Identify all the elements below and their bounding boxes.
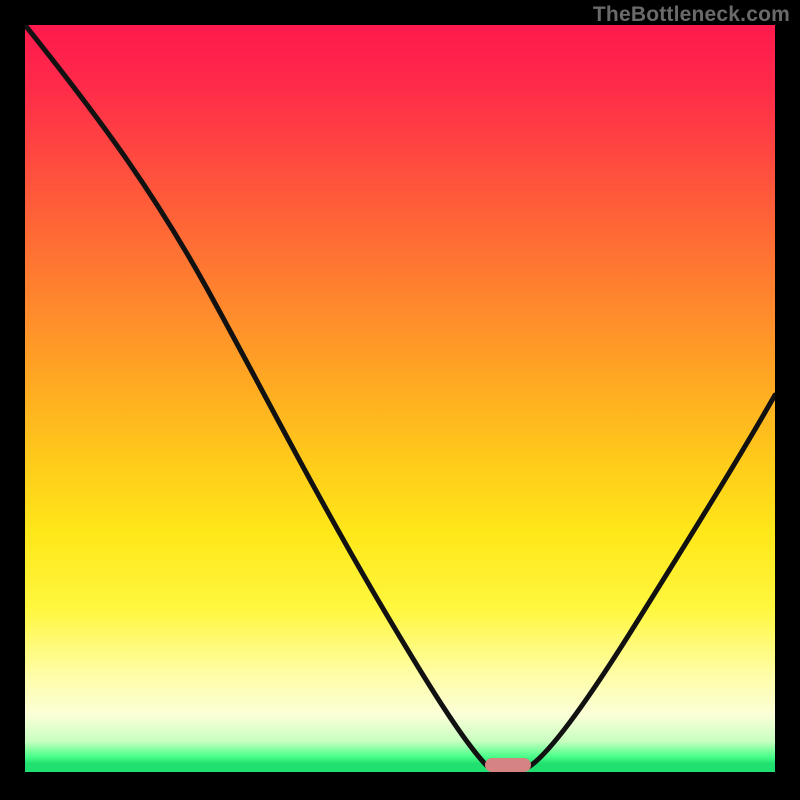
curve-path <box>25 25 775 769</box>
chart-frame: TheBottleneck.com <box>0 0 800 800</box>
optimal-marker <box>485 758 531 772</box>
plot-area <box>25 25 775 775</box>
watermark-text: TheBottleneck.com <box>593 3 790 27</box>
bottleneck-curve <box>25 25 775 775</box>
